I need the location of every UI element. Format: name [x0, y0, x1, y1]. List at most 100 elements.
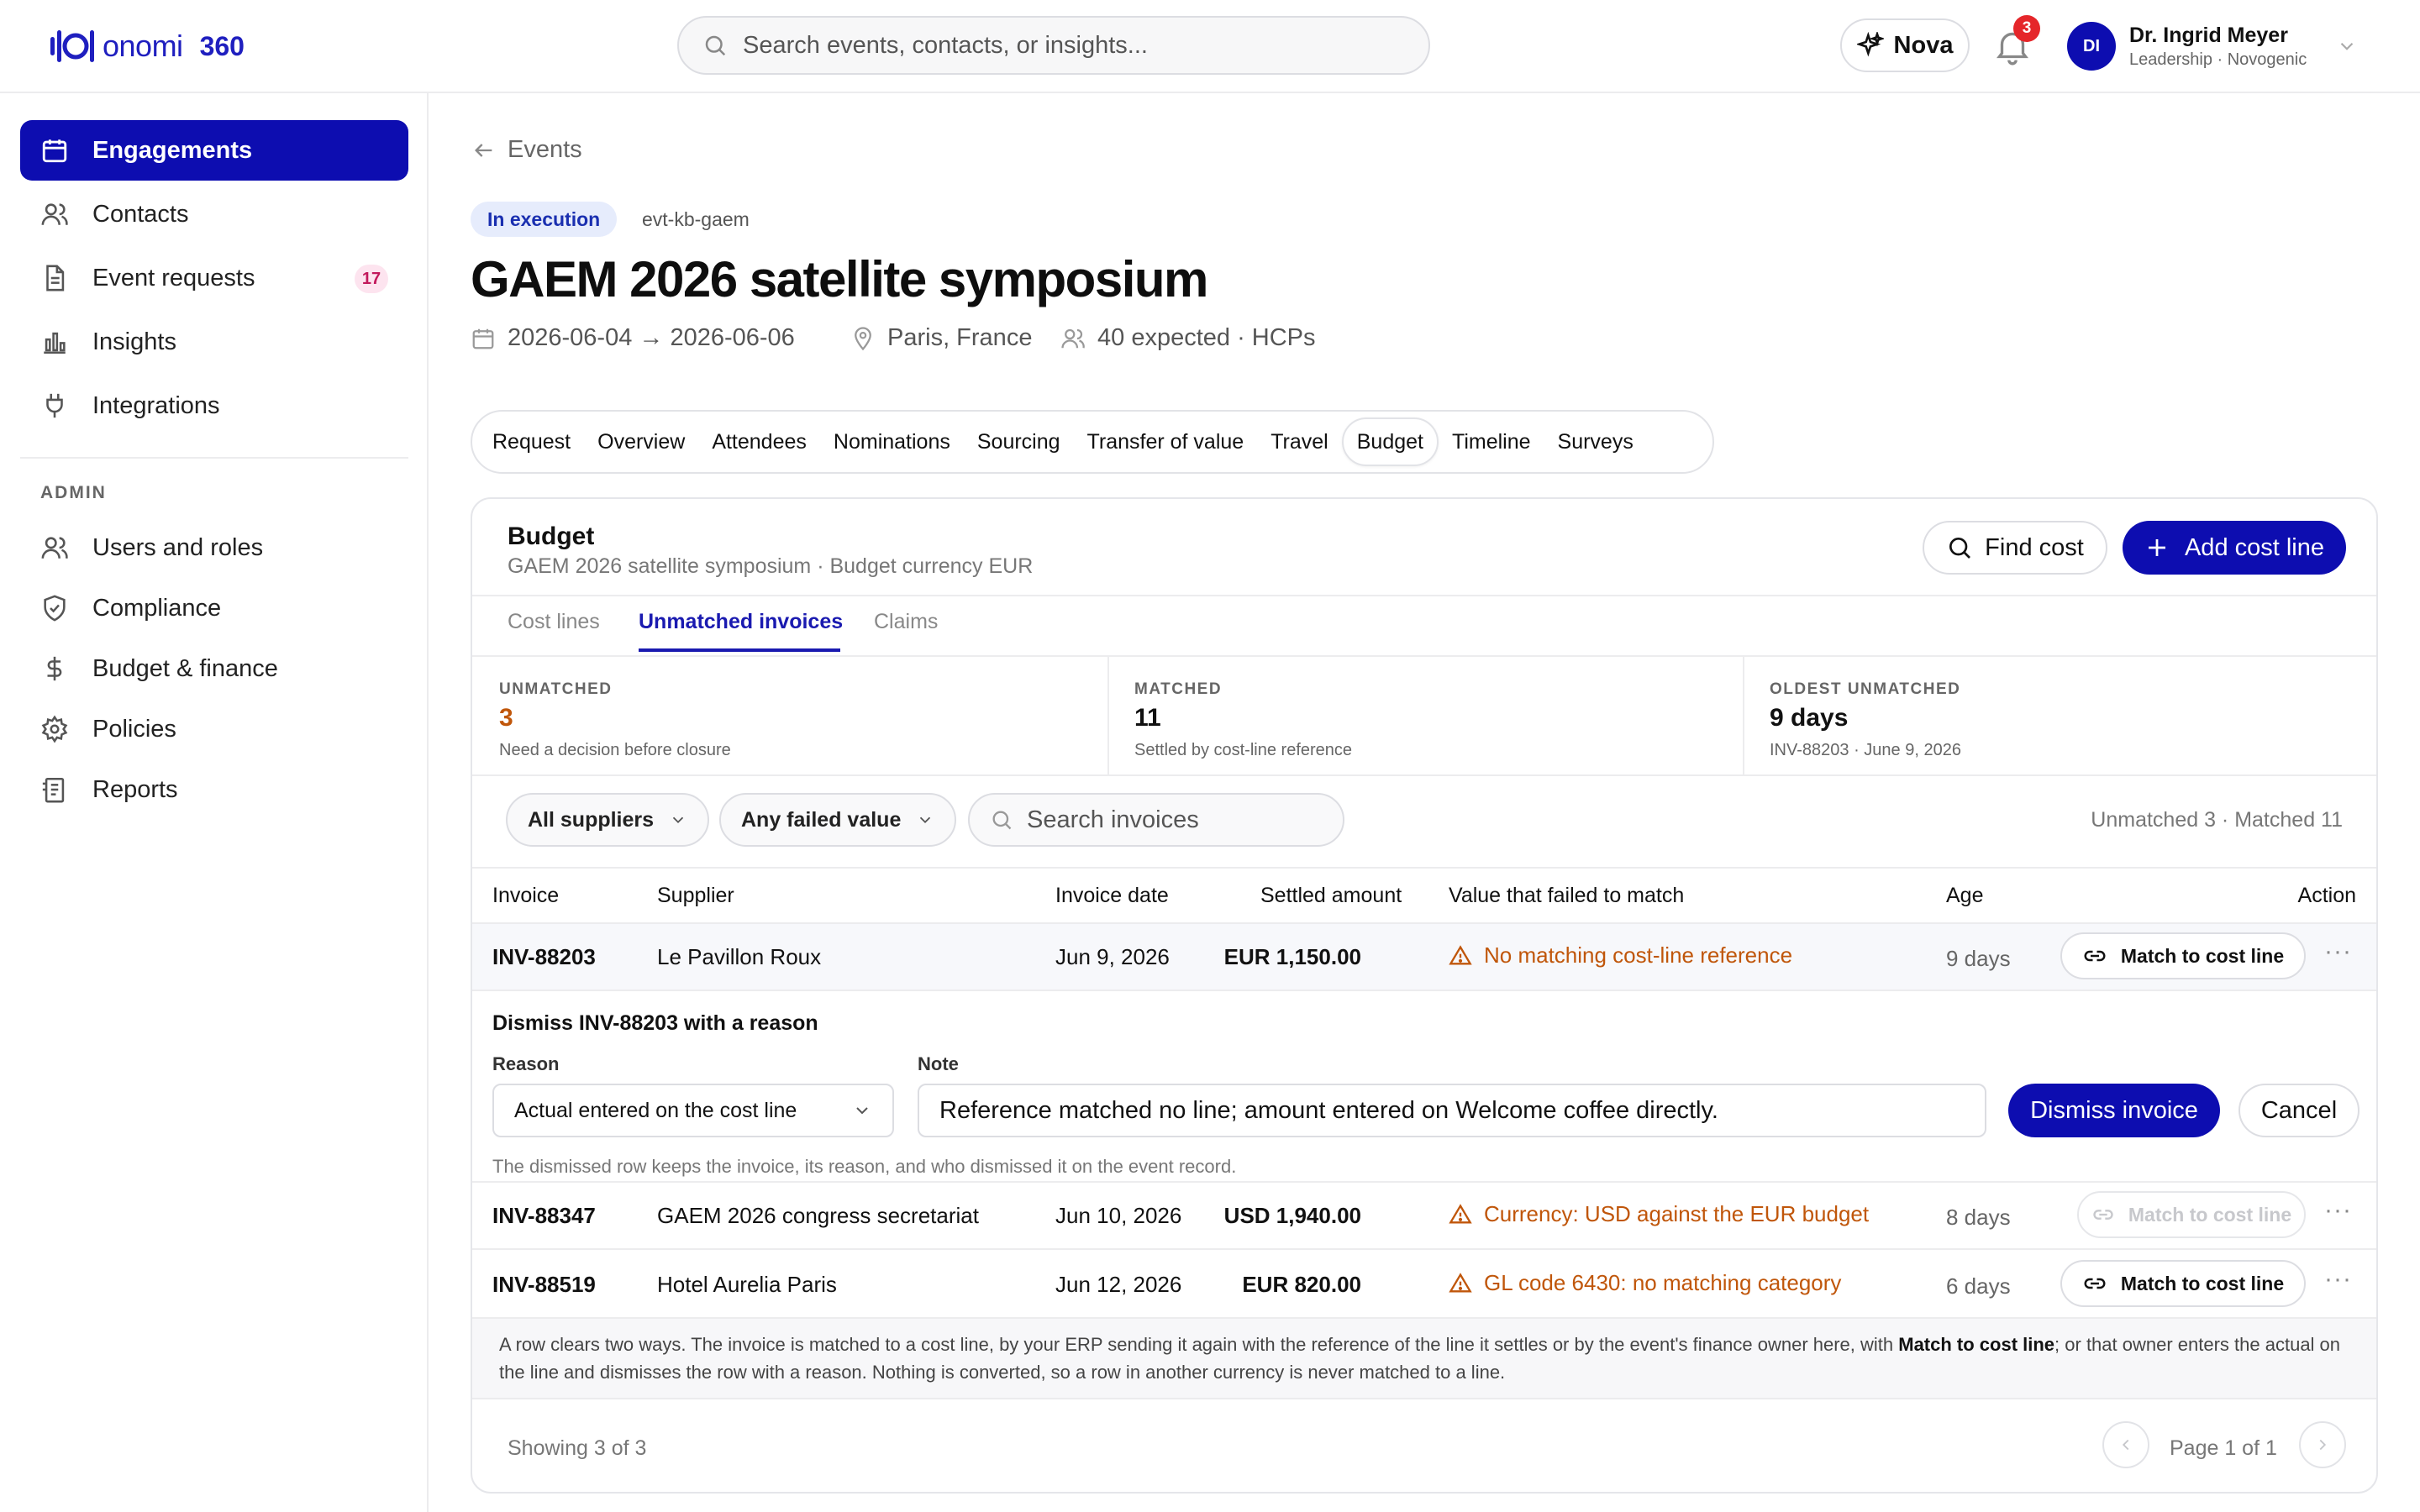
settled-amount: EUR 820.00 [1242, 1272, 1361, 1297]
sidebar-item-reports[interactable]: Reports [20, 759, 408, 820]
notification-count-badge: 3 [2013, 15, 2040, 42]
warning-icon [1449, 944, 1472, 964]
chevron-down-icon [672, 816, 684, 824]
chevron-left-icon [2122, 1439, 2129, 1451]
settled-amount: USD 1,940.00 [1223, 1203, 1361, 1228]
table-row[interactable]: INV-88347 GAEM 2026 congress secretariat… [472, 1183, 2376, 1248]
report-icon [42, 777, 65, 803]
sidebar-item-event-requests[interactable]: Event requests 17 [20, 248, 408, 308]
nova-label: Nova [1893, 31, 1954, 59]
subtab-cost-lines[interactable]: Cost lines [508, 610, 600, 634]
tab-attendees[interactable]: Attendees [698, 417, 820, 466]
failed-value: No matching cost-line reference [1449, 942, 1792, 969]
table-row[interactable]: INV-88519 Hotel Aurelia Paris Jun 12, 20… [472, 1250, 2376, 1317]
back-to-events-link[interactable]: Events [472, 136, 582, 164]
tab-sourcing[interactable]: Sourcing [964, 417, 1074, 466]
stat-sub: Settled by cost-line reference [1134, 741, 1353, 759]
plug-icon [46, 393, 63, 418]
sidebar-item-label: Event requests [92, 264, 255, 291]
sidebar-item-policies[interactable]: Policies [20, 699, 408, 759]
plus-icon [2148, 539, 2165, 556]
users-icon [1061, 328, 1085, 348]
sidebar-item-label: Compliance [92, 594, 222, 622]
footnote-text: A row clears two ways. The invoice is ma… [499, 1334, 1899, 1355]
more-options-icon[interactable]: ··· [2324, 1196, 2352, 1225]
sidebar-item-insights[interactable]: Insights [20, 312, 408, 372]
stat-label: OLDEST UNMATCHED [1770, 680, 1961, 698]
status-badge: In execution [471, 202, 618, 237]
find-cost-label: Find cost [1985, 533, 2084, 561]
tab-transfer-of-value[interactable]: Transfer of value [1074, 417, 1258, 466]
note-input[interactable]: Reference matched no line; amount entere… [918, 1084, 1986, 1137]
bar-chart-icon [44, 332, 66, 354]
sidebar-item-label: Policies [92, 715, 176, 743]
failed-value-filter[interactable]: Any failed value [719, 793, 957, 847]
sidebar-item-label: Users and roles [92, 533, 264, 561]
invoice-search-input[interactable] [1027, 806, 1329, 834]
nova-button[interactable]: Nova [1840, 18, 1970, 72]
reason-select[interactable]: Actual entered on the cost line [492, 1084, 894, 1137]
sidebar-item-users-and-roles[interactable]: Users and roles [20, 517, 408, 578]
warning-icon [1449, 1272, 1472, 1292]
users-icon [41, 537, 68, 559]
subtab-unmatched-invoices[interactable]: Unmatched invoices [639, 610, 843, 634]
invoice-date: Jun 12, 2026 [1055, 1272, 1182, 1297]
next-page-button[interactable] [2299, 1421, 2346, 1468]
tab-timeline[interactable]: Timeline [1439, 417, 1544, 466]
invoice-search[interactable] [968, 793, 1344, 847]
supplier-filter[interactable]: All suppliers [506, 793, 710, 847]
settled-amount: EUR 1,150.00 [1223, 944, 1361, 969]
stat-value: 11 [1134, 704, 1161, 732]
event-dates-text: 2026-06-04 → 2026-06-06 [508, 324, 795, 351]
reason-value: Actual entered on the cost line [514, 1098, 797, 1122]
logo-text: onomi [103, 29, 183, 63]
global-search[interactable] [677, 16, 1430, 75]
sidebar-item-budget-and-finance[interactable]: Budget & finance [20, 638, 408, 699]
global-search-input[interactable] [743, 31, 1398, 60]
sidebar-item-engagements[interactable]: Engagements [20, 120, 408, 181]
chevron-down-icon[interactable] [2336, 35, 2358, 57]
add-cost-line-button[interactable]: Add cost line [2123, 521, 2346, 575]
note-label: Note [918, 1053, 959, 1074]
match-to-cost-line-button[interactable]: Match to cost line [2060, 932, 2306, 979]
table-row[interactable]: INV-88203 Le Pavillon Roux Jun 9, 2026 E… [472, 924, 2376, 990]
event-location-text: Paris, France [887, 324, 1033, 351]
sidebar-item-integrations[interactable]: Integrations [20, 375, 408, 436]
stat-oldest-unmatched: OLDEST UNMATCHED 9 days INV-88203 · June… [1743, 657, 2376, 774]
tab-travel[interactable]: Travel [1257, 417, 1342, 466]
tab-budget[interactable]: Budget [1341, 417, 1439, 466]
card-divider [472, 1398, 2376, 1399]
chevron-down-icon [856, 1107, 868, 1115]
more-options-icon[interactable]: ··· [2324, 1265, 2352, 1294]
more-options-icon[interactable]: ··· [2324, 937, 2352, 966]
invoice-age: 8 days [1946, 1205, 2011, 1230]
sidebar-item-contacts[interactable]: Contacts [20, 184, 408, 244]
tab-surveys[interactable]: Surveys [1544, 417, 1647, 466]
calendar-icon [42, 139, 67, 163]
search-icon [705, 35, 726, 56]
invoice-age: 9 days [1946, 946, 2011, 971]
sidebar-divider [20, 457, 408, 459]
find-cost-button[interactable]: Find cost [1923, 521, 2107, 575]
arrow-left-icon [475, 143, 492, 157]
event-audience-text: 40 expected · HCPs [1097, 324, 1316, 351]
logo[interactable]: onomi 360 [49, 25, 245, 67]
warning-icon [1449, 1203, 1472, 1223]
tab-request[interactable]: Request [479, 417, 584, 466]
dismiss-invoice-button[interactable]: Dismiss invoice [2008, 1084, 2220, 1137]
previous-page-button[interactable] [2102, 1421, 2149, 1468]
dismiss-hint: The dismissed row keeps the invoice, its… [492, 1156, 1237, 1177]
tab-overview[interactable]: Overview [584, 417, 698, 466]
subtab-claims[interactable]: Claims [874, 610, 938, 634]
stat-value: 3 [499, 704, 513, 732]
card-divider [472, 867, 2376, 869]
cancel-button[interactable]: Cancel [2238, 1084, 2360, 1137]
sidebar-item-compliance[interactable]: Compliance [20, 578, 408, 638]
match-to-cost-line-button[interactable]: Match to cost line [2060, 1260, 2306, 1307]
failed-value-filter-label: Any failed value [741, 807, 902, 832]
supplier-name: GAEM 2026 congress secretariat [657, 1203, 979, 1228]
tab-nominations[interactable]: Nominations [820, 417, 964, 466]
avatar[interactable]: DI [2067, 22, 2116, 71]
invoice-date: Jun 9, 2026 [1055, 944, 1170, 969]
event-dates: 2026-06-04 → 2026-06-06 [471, 324, 795, 352]
